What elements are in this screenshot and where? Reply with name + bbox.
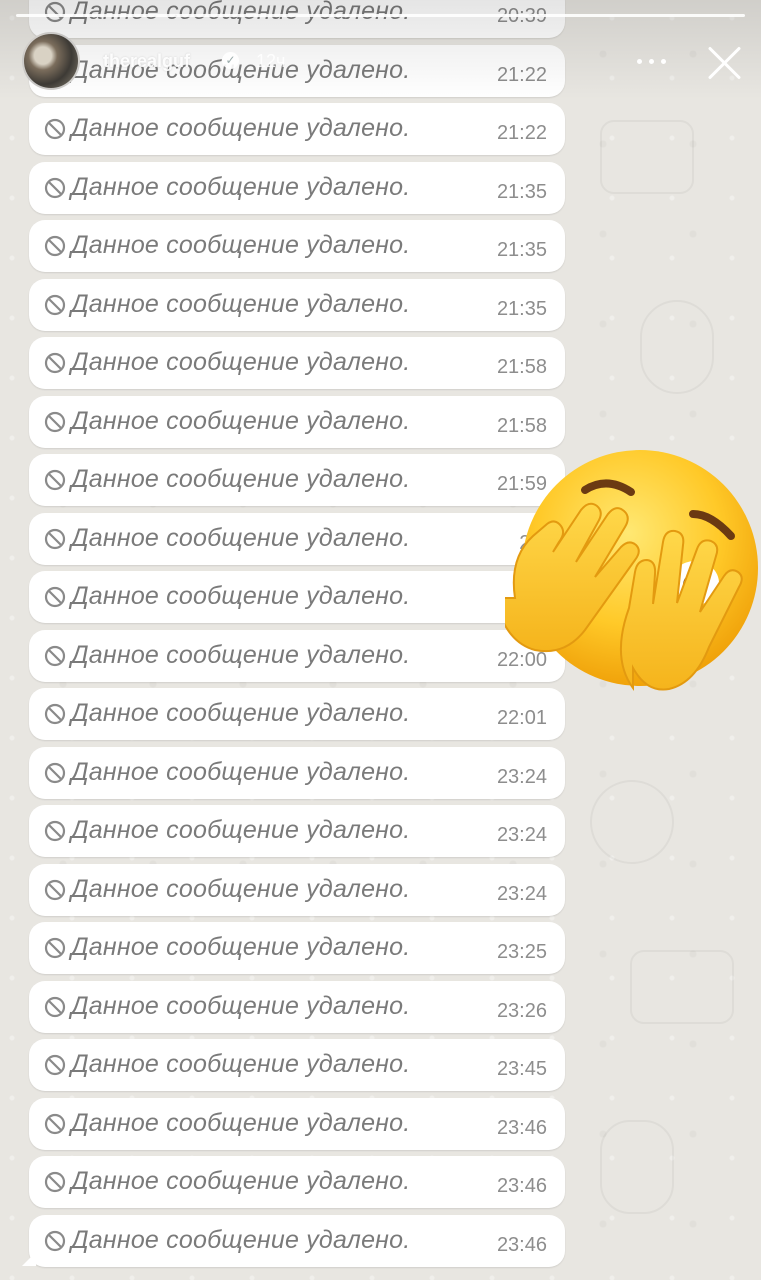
deleted-message-text: Данное сообщение удалено.	[71, 231, 411, 259]
deleted-message-icon	[44, 996, 66, 1017]
message-bubble[interactable]: Данное сообщение удалено. 23:24	[29, 863, 565, 916]
message-bubble[interactable]: Данное сообщение удалено. 23:45	[29, 1039, 565, 1091]
deleted-message-text: Данное сообщение удалено.	[71, 757, 411, 786]
message-time: 21:35	[496, 297, 547, 320]
deleted-message-text: Данное сообщение удалено.	[71, 523, 411, 552]
deleted-message-icon	[44, 411, 66, 432]
dot-icon	[649, 59, 654, 64]
message-time: 21:22	[496, 122, 547, 144]
verified-badge-icon: ✓	[222, 52, 239, 69]
deleted-message-icon	[44, 294, 66, 315]
message-bubble[interactable]: Данное сообщение удалено. 21:35	[29, 161, 565, 214]
deleted-message-icon	[44, 235, 66, 257]
deleted-message-text: Данное сообщение удалено.	[71, 289, 411, 318]
message-time: 23:46	[496, 1116, 547, 1139]
story-progress-bar	[16, 14, 745, 17]
story-time-ago: 12ч	[256, 51, 286, 71]
wallpaper-doodle	[600, 120, 694, 194]
message-time: 21:35	[496, 239, 547, 261]
message-bubble[interactable]: Данное сообщение удалено. 21:35	[29, 220, 565, 272]
deleted-message-text: Данное сообщение удалено.	[71, 874, 411, 903]
message-time: 23:46	[496, 1233, 547, 1256]
deleted-message-text: Данное сообщение удалено.	[71, 172, 411, 201]
dot-icon	[661, 59, 666, 64]
deleted-message-icon	[44, 645, 66, 666]
deleted-message-icon	[44, 118, 66, 140]
deleted-message-icon	[44, 937, 66, 959]
message-time: 21:35	[496, 180, 547, 203]
message-time: 23:24	[496, 824, 547, 846]
deleted-message-icon	[44, 703, 66, 725]
message-bubble[interactable]: Данное сообщение удалено. 21:58	[29, 337, 565, 389]
more-options-button[interactable]	[634, 46, 670, 76]
message-bubble[interactable]: Данное сообщение удалено. 23:24	[29, 805, 565, 857]
avatar[interactable]	[22, 32, 80, 90]
deleted-message-text: Данное сообщение удалено.	[71, 1167, 411, 1195]
deleted-message-icon	[44, 762, 66, 783]
deleted-message-text: Данное сообщение удалено.	[71, 1050, 411, 1078]
deleted-message-text: Данное сообщение удалено.	[71, 816, 411, 844]
message-bubble[interactable]: Данное сообщение удалено. 23:24	[29, 746, 565, 799]
deleted-message-icon	[44, 352, 66, 374]
deleted-message-text: Данное сообщение удалено.	[71, 1108, 411, 1137]
deleted-message-text: Данное сообщение удалено.	[71, 465, 411, 493]
deleted-message-text: Данное сообщение удалено.	[71, 114, 411, 142]
deleted-message-text: Данное сообщение удалено.	[71, 933, 411, 961]
message-bubble[interactable]: Данное сообщение удалено. 23:26	[29, 980, 565, 1033]
message-time: 23:45	[496, 1058, 547, 1080]
deleted-message-icon	[44, 586, 66, 608]
message-bubble[interactable]: Данное сообщение удалено. 21:59	[29, 454, 565, 506]
message-time: 23:46	[496, 1175, 547, 1197]
deleted-message-icon	[44, 820, 66, 842]
message-time: 21:58	[496, 414, 547, 437]
deleted-message-icon	[44, 879, 66, 900]
message-bubble[interactable]: Данное сообщение удалено. 21:58	[29, 395, 565, 448]
message-bubble[interactable]: Данное сообщение удалено. 22:01	[29, 688, 565, 740]
wallpaper-doodle	[640, 300, 714, 394]
message-bubble[interactable]: Данное сообщение удалено. 23:46	[29, 1156, 565, 1208]
message-bubble[interactable]: Данное сообщение удалено. 23:25	[29, 922, 565, 974]
deleted-message-text: Данное сообщение удалено.	[71, 348, 411, 376]
message-bubble[interactable]: Данное сообщение удалено. 23:46	[29, 1214, 565, 1267]
deleted-message-text: Данное сообщение удалено.	[71, 582, 411, 610]
deleted-message-icon	[44, 1113, 66, 1134]
deleted-message-icon	[44, 1230, 66, 1251]
deleted-message-icon	[44, 1171, 66, 1193]
message-time: 21:58	[496, 356, 547, 378]
close-button[interactable]	[704, 42, 746, 84]
message-bubble[interactable]: Данное сообщение удалено.21:	[29, 512, 565, 565]
message-bubble[interactable]: Данное сообщение удалено. 22:00	[29, 629, 565, 682]
message-bubble[interactable]: Данное сообщение удалено. 21:22	[29, 103, 565, 155]
deleted-message-text: Данное сообщение удалено.	[71, 991, 411, 1020]
deleted-message-text: Данное сообщение удалено.	[71, 1225, 411, 1254]
message-time: 22:01	[496, 707, 547, 729]
message-bubble[interactable]: Данное сообщение удалено. 23:46	[29, 1097, 565, 1150]
bubble-tail	[22, 1252, 36, 1266]
message-time: 23:24	[496, 882, 547, 905]
see-no-evil-face-emoji	[505, 450, 758, 692]
deleted-message-icon	[44, 528, 66, 549]
deleted-message-icon	[44, 177, 66, 198]
deleted-message-icon	[44, 1054, 66, 1076]
message-time: 23:25	[496, 941, 547, 963]
deleted-message-icon	[44, 469, 66, 491]
message-time: 23:24	[496, 765, 547, 788]
deleted-message-text: Данное сообщение удалено.	[71, 640, 411, 669]
dot-icon	[637, 59, 642, 64]
deleted-message-text: Данное сообщение удалено.	[71, 406, 411, 435]
deleted-message-text: Данное сообщение удалено.	[71, 699, 411, 727]
wallpaper-doodle	[600, 1120, 674, 1214]
message-bubble[interactable]: Данное сообщение удалено.22	[29, 571, 565, 623]
story-username[interactable]: therealguf	[103, 51, 190, 72]
message-bubble[interactable]: Данное сообщение удалено. 21:35	[29, 278, 565, 331]
message-time: 23:26	[496, 999, 547, 1022]
wallpaper-doodle	[630, 950, 734, 1024]
wallpaper-doodle	[590, 780, 674, 864]
